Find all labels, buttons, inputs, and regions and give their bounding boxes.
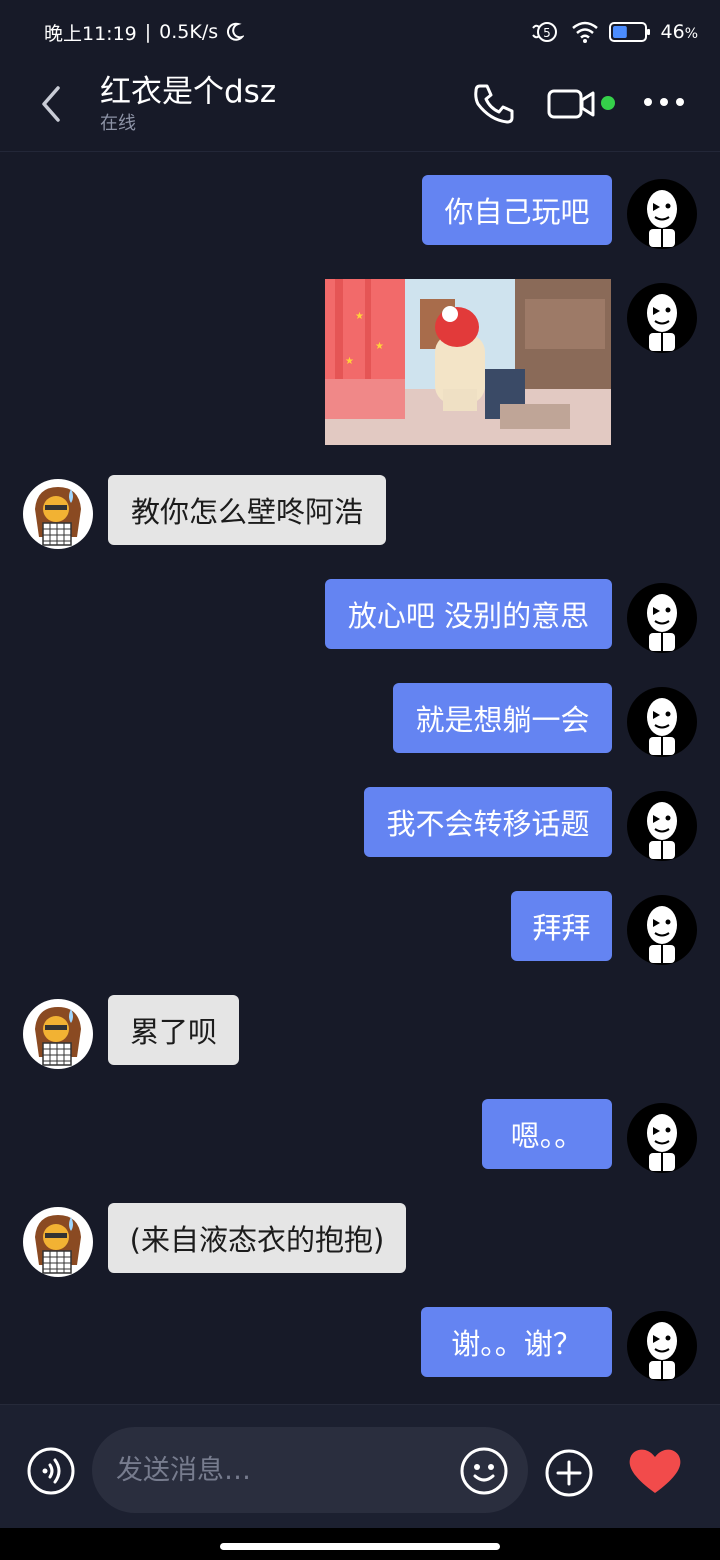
avatar-character-image [35, 1007, 81, 1066]
video-call-button[interactable] [546, 84, 598, 124]
chevron-left-icon [42, 86, 60, 122]
emoji-icon [460, 1447, 508, 1495]
status-bar: 晚上11:19 | 0.5K/s 5 46% [0, 0, 720, 64]
input-bar [0, 1404, 720, 1528]
more-icon [644, 98, 684, 106]
message-input[interactable] [116, 1447, 446, 1493]
like-button[interactable] [626, 1445, 684, 1497]
voice-input-button[interactable] [26, 1446, 76, 1496]
avatar-skull-image [647, 802, 677, 859]
more-actions-button[interactable] [543, 1447, 595, 1499]
message-bubble[interactable]: 教你怎么壁咚阿浩 [108, 475, 386, 545]
avatar-skull-image [647, 1114, 677, 1171]
message-bubble[interactable]: (来自液态衣的抱抱) [108, 1203, 406, 1273]
battery-unit: % [684, 26, 698, 42]
message-bubble[interactable]: 嗯。。 [482, 1099, 612, 1169]
video-camera-icon [547, 89, 595, 119]
online-indicator [601, 96, 615, 110]
more-button[interactable] [642, 92, 686, 112]
avatar-skull-image [647, 906, 677, 963]
svg-text:5: 5 [543, 26, 551, 40]
title-wrap[interactable]: 红衣是个dsz 在线 [100, 72, 276, 136]
voice-icon [27, 1447, 75, 1495]
avatar[interactable] [23, 999, 93, 1069]
status-right: 5 46% [531, 19, 699, 45]
avatar[interactable] [627, 1311, 697, 1381]
chat-title: 红衣是个dsz [100, 74, 277, 110]
svg-text:★: ★ [375, 341, 384, 352]
message-bubble[interactable]: 拜拜 [511, 891, 612, 961]
message-bubble[interactable]: 我不会转移话题 [364, 787, 612, 857]
shared-image: ★ ★ ★ [325, 279, 611, 445]
svg-text:★: ★ [355, 311, 364, 322]
plus-icon [545, 1449, 593, 1497]
avatar[interactable] [23, 479, 93, 549]
emoji-button[interactable] [458, 1445, 510, 1497]
status-left: 晚上11:19 | 0.5K/s [44, 19, 245, 46]
message-bubble[interactable]: 你自己玩吧 [422, 175, 612, 245]
online-status: 在线 [100, 113, 136, 134]
avatar-skull-image [647, 1322, 677, 1379]
message-bubble[interactable]: 累了呗 [108, 995, 239, 1065]
phone-icon [474, 84, 514, 124]
status-separator: | [144, 21, 152, 43]
avatar[interactable] [627, 1103, 697, 1173]
chat-header: 红衣是个dsz 在线 [0, 64, 720, 152]
avatar[interactable] [627, 583, 697, 653]
avatar[interactable] [627, 283, 697, 353]
message-input-wrap[interactable] [92, 1427, 528, 1513]
back-button[interactable] [36, 84, 68, 124]
message-bubble[interactable]: 就是想躺一会 [393, 683, 612, 753]
message-bubble[interactable]: 放心吧 没别的意思 [325, 579, 612, 649]
battery-percent: 46% [661, 21, 699, 43]
avatar-skull-image [647, 698, 677, 755]
wifi-icon [571, 21, 598, 43]
avatar-skull-image [647, 190, 677, 247]
image-message[interactable]: ★ ★ ★ [325, 279, 611, 445]
avatar-character-image [35, 1215, 81, 1274]
avatar-character-image [35, 487, 81, 546]
avatar-skull-image [647, 594, 677, 651]
svg-text:★: ★ [345, 356, 354, 367]
avatar[interactable] [23, 1207, 93, 1277]
gesture-bar [0, 1528, 720, 1560]
battery-value: 46 [660, 21, 685, 43]
network-speed: 0.5K/s [159, 21, 219, 43]
avatar[interactable] [627, 895, 697, 965]
avatar[interactable] [627, 687, 697, 757]
heart-icon [629, 1449, 681, 1493]
status-time: 晚上11:19 [44, 22, 137, 45]
message-list[interactable]: 你自己玩吧 ★ ★ ★ 教你怎么壁咚阿浩 放心吧 没别的意思 就是想躺一会 我不… [0, 152, 720, 1404]
battery-icon [608, 22, 650, 42]
moon-icon [227, 22, 245, 41]
message-bubble[interactable]: 谢。。谢？ [421, 1307, 612, 1377]
avatar-skull-image [647, 294, 677, 351]
voice-call-button[interactable] [470, 80, 518, 128]
avatar[interactable] [627, 791, 697, 861]
avatar[interactable] [627, 179, 697, 249]
alarm-icon: 5 [531, 22, 557, 42]
home-indicator[interactable] [220, 1543, 500, 1550]
